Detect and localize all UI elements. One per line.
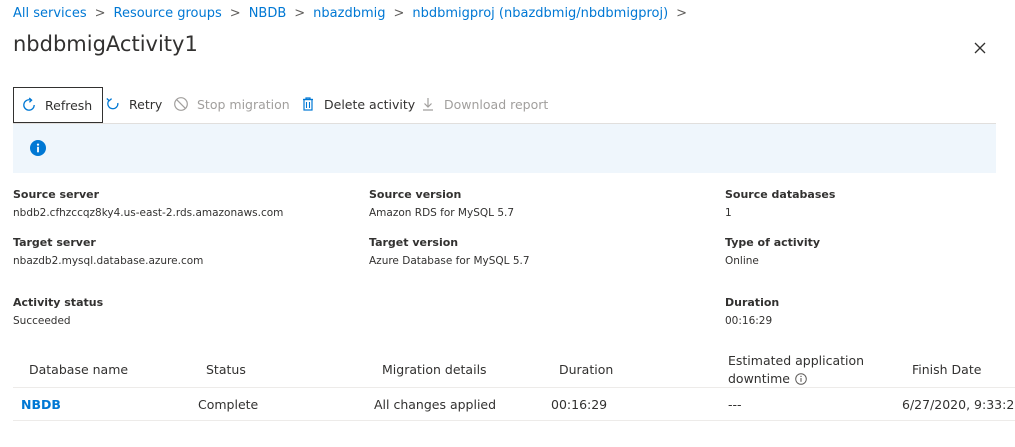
column-header-duration[interactable]: Duration <box>559 362 613 377</box>
column-header-downtime-line1[interactable]: Estimated application <box>728 353 864 368</box>
breadcrumb-separator: > <box>294 6 306 21</box>
stop-migration-label: Stop migration <box>197 96 290 112</box>
breadcrumb-nbazdbmig[interactable]: nbazdbmig <box>313 6 385 21</box>
breadcrumb-separator: > <box>94 6 106 21</box>
download-report-button[interactable]: Download report <box>420 87 548 121</box>
column-header-downtime-line2[interactable]: downtime <box>728 371 807 386</box>
type-of-activity-label: Type of activity <box>725 236 821 249</box>
source-databases-label: Source databases <box>725 188 836 201</box>
target-version-value: Azure Database for MySQL 5.7 <box>369 255 530 267</box>
retry-button[interactable]: Retry <box>105 87 162 121</box>
target-server-value: nbazdb2.mysql.database.azure.com <box>13 255 204 267</box>
type-of-activity-value: Online <box>725 255 759 267</box>
duration-cell: 00:16:29 <box>551 397 608 412</box>
delete-activity-button[interactable]: Delete activity <box>300 87 415 121</box>
close-icon <box>974 42 986 54</box>
page-title: nbdbmigActivity1 <box>13 32 198 56</box>
breadcrumb-resource-groups[interactable]: Resource groups <box>114 6 222 21</box>
refresh-icon <box>23 97 35 111</box>
info-icon <box>30 140 46 156</box>
download-icon <box>423 98 433 111</box>
status-cell: Complete <box>198 397 259 412</box>
refresh-button[interactable]: Refresh <box>13 87 103 123</box>
migration-details-cell: All changes applied <box>374 397 497 412</box>
activity-status-label: Activity status <box>13 296 104 309</box>
duration-label: Duration <box>725 296 780 309</box>
column-header-database-name[interactable]: Database name <box>29 362 128 377</box>
stop-migration-button[interactable]: Stop migration <box>173 87 290 121</box>
stop-icon <box>174 97 188 111</box>
source-version-label: Source version <box>369 188 462 201</box>
breadcrumb: All services > Resource groups > NBDB > nbazdb… <box>13 6 695 21</box>
breadcrumb-all-services[interactable]: All services <box>13 6 87 21</box>
command-bar: Refresh Retry Stop migration Delete acti… <box>13 87 996 123</box>
close-button[interactable] <box>970 38 990 58</box>
target-version-label: Target version <box>369 236 459 249</box>
column-header-status[interactable]: Status <box>206 362 246 377</box>
download-report-label: Download report <box>444 96 549 112</box>
table-row[interactable]: NBDB Complete All changes applied 00:16:… <box>13 388 1015 421</box>
breadcrumb-separator: > <box>229 6 241 21</box>
breadcrumb-separator: > <box>393 6 405 21</box>
breadcrumb-separator: > <box>676 6 688 21</box>
refresh-label: Refresh <box>45 97 93 113</box>
source-databases-value: 1 <box>725 207 732 219</box>
column-header-finish-date[interactable]: Finish Date <box>912 362 981 377</box>
activity-status-value: Succeeded <box>13 315 71 327</box>
table-header: Database name Status Migration details D… <box>13 352 1015 388</box>
database-name-link[interactable]: NBDB <box>21 397 61 412</box>
breadcrumb-nbdb[interactable]: NBDB <box>249 6 287 21</box>
breadcrumb-nbdbmigproj[interactable]: nbdbmigproj (nbazdbmig/nbdbmigproj) <box>412 6 668 21</box>
source-version-value: Amazon RDS for MySQL 5.7 <box>369 207 515 219</box>
info-tooltip-icon[interactable] <box>795 372 807 385</box>
downtime-header-text: downtime <box>728 371 790 386</box>
retry-label: Retry <box>129 96 163 112</box>
downtime-cell: --- <box>728 397 742 412</box>
delete-activity-label: Delete activity <box>324 96 416 112</box>
source-server-label: Source server <box>13 188 100 201</box>
finish-date-cell: 6/27/2020, 9:33:22 <box>902 397 1015 412</box>
column-header-migration-details[interactable]: Migration details <box>382 362 487 377</box>
target-server-label: Target server <box>13 236 96 249</box>
duration-value: 00:16:29 <box>725 315 773 327</box>
info-banner <box>13 124 996 173</box>
delete-icon <box>303 97 313 111</box>
source-server-value: nbdb2.cfhzccqz8ky4.us-east-2.rds.amazona… <box>13 207 284 219</box>
retry-icon <box>106 98 119 110</box>
